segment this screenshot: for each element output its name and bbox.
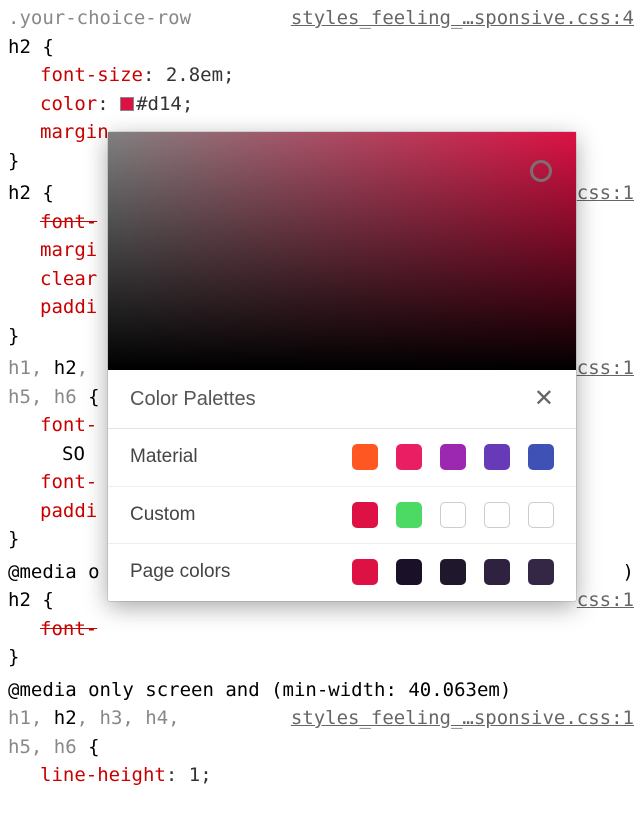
css-selector[interactable]: .your-choice-row	[8, 4, 191, 33]
palettes-title: Color Palettes	[130, 384, 256, 414]
css-property[interactable]: margi	[40, 239, 97, 261]
css-property[interactable]: font-size	[40, 64, 143, 86]
close-icon[interactable]: ✕	[534, 387, 554, 411]
source-link[interactable]: css:1	[577, 354, 634, 383]
css-property[interactable]: font-	[40, 211, 97, 233]
css-property[interactable]: color	[40, 93, 97, 115]
color-swatch[interactable]	[120, 97, 134, 111]
palette-swatch-empty[interactable]	[484, 502, 510, 528]
color-picker-popover: Color Palettes ✕ Material Custom Page co…	[108, 132, 576, 601]
palette-swatch[interactable]	[528, 444, 554, 470]
css-value[interactable]: #d14	[136, 93, 182, 115]
palette-swatch[interactable]	[396, 559, 422, 585]
css-selector[interactable]: h2 {	[8, 179, 54, 208]
palette-row: Material	[108, 429, 576, 487]
palette-row: Page colors	[108, 544, 576, 601]
palette-swatch[interactable]	[484, 444, 510, 470]
palette-swatch[interactable]	[352, 502, 378, 528]
palette-swatch[interactable]	[528, 559, 554, 585]
source-link[interactable]: styles_feeling_…sponsive.css:1	[291, 704, 634, 733]
palette-swatch[interactable]	[440, 444, 466, 470]
css-selector[interactable]: h1, h2, h3, h4,	[8, 704, 180, 733]
palette-swatch[interactable]	[396, 502, 422, 528]
spectrum-cursor[interactable]	[530, 160, 552, 182]
palette-swatch[interactable]	[352, 444, 378, 470]
brace-close: }	[0, 643, 640, 672]
css-value[interactable]: 1	[189, 764, 200, 786]
source-link[interactable]: styles_feeling_…sponsive.css:4	[291, 4, 634, 33]
css-property[interactable]: line-height	[40, 764, 166, 786]
css-property[interactable]: font-	[40, 471, 97, 493]
palette-swatch-empty[interactable]	[440, 502, 466, 528]
css-selector[interactable]: h2 {	[8, 586, 54, 615]
css-property[interactable]: clear	[40, 268, 97, 290]
palette-swatch[interactable]	[484, 559, 510, 585]
css-property[interactable]: paddi	[40, 296, 97, 318]
css-value[interactable]: 2.8em	[166, 64, 223, 86]
css-property[interactable]: paddi	[40, 500, 97, 522]
palette-swatch-empty[interactable]	[528, 502, 554, 528]
palette-name: Page colors	[130, 558, 230, 587]
palette-name: Material	[130, 443, 198, 472]
css-selector[interactable]: h1, h2,	[8, 354, 88, 383]
css-property[interactable]: margin	[40, 121, 109, 143]
media-query: @media only screen and (min-width: 40.06…	[0, 676, 640, 705]
css-property[interactable]: font-	[40, 414, 97, 436]
media-query: @media o	[8, 558, 100, 587]
css-selector-cont[interactable]: h5, h6 {	[0, 733, 640, 762]
css-property[interactable]: font-	[40, 618, 97, 640]
color-spectrum[interactable]	[108, 132, 576, 370]
source-link[interactable]: css:1	[577, 586, 634, 615]
palette-swatch[interactable]	[396, 444, 422, 470]
palette-swatch[interactable]	[440, 559, 466, 585]
palette-name: Custom	[130, 501, 195, 530]
palette-swatch[interactable]	[352, 559, 378, 585]
palette-row: Custom	[108, 487, 576, 545]
css-selector-cont[interactable]: h2 {	[0, 33, 640, 62]
source-link[interactable]: css:1	[577, 179, 634, 208]
